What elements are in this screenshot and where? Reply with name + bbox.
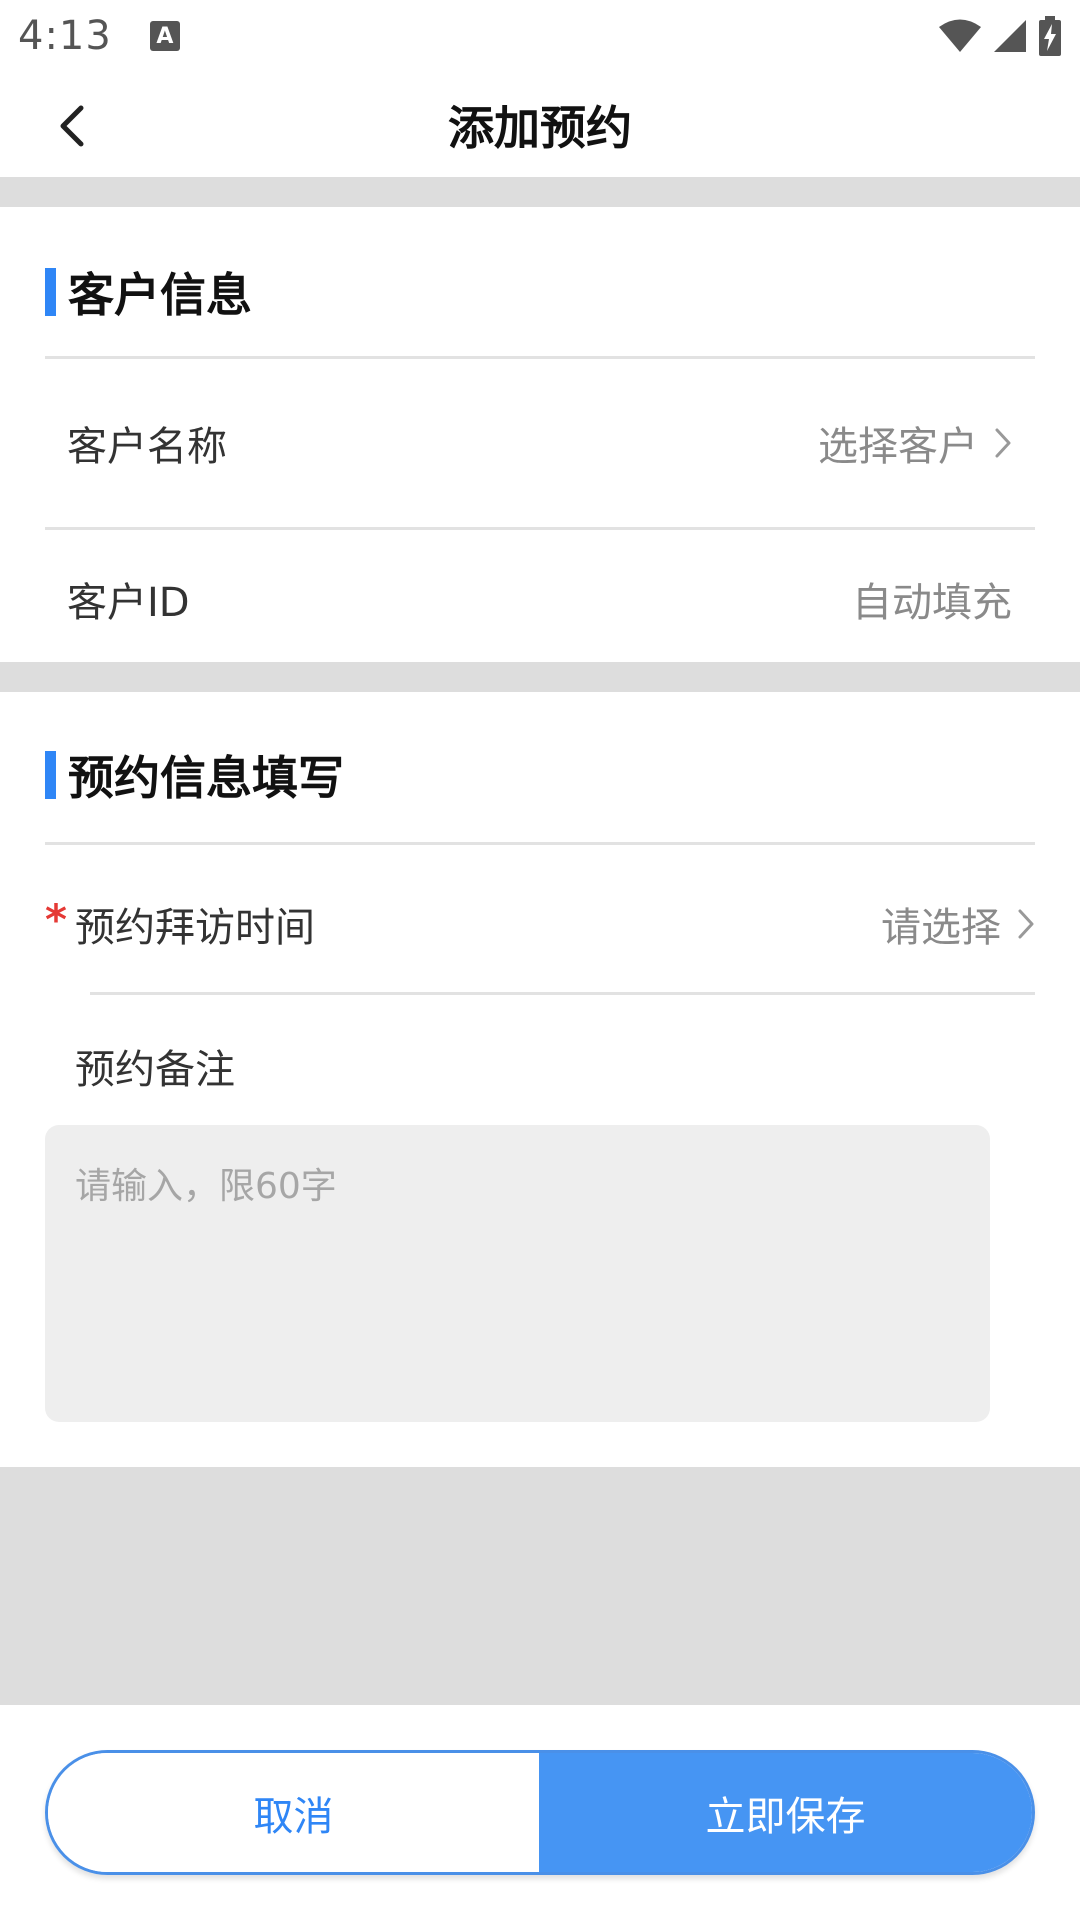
chevron-right-icon — [1018, 909, 1034, 939]
visit-time-placeholder: 请选择 — [881, 905, 1001, 951]
customer-id-row: 客户ID 自动填充 — [0, 530, 1080, 662]
status-time: 4:13 — [18, 13, 112, 59]
bottom-action-bar: 取消 立即保存 — [0, 1705, 1080, 1920]
action-button-group: 取消 立即保存 — [45, 1750, 1035, 1875]
auto-fill-value: 自动填充 — [852, 580, 1012, 626]
customer-id-label: 客户ID — [67, 580, 190, 626]
chevron-right-icon — [995, 428, 1011, 458]
section-title: 客户信息 — [68, 268, 252, 322]
customer-info-section: 客户信息 客户名称 选择客户 客户ID 自动填充 — [0, 207, 1080, 662]
remark-input[interactable] — [45, 1125, 990, 1422]
page-title: 添加预约 — [448, 100, 632, 155]
section-accent-bar — [45, 268, 56, 316]
visit-time-row[interactable]: * 预约拜访时间 请选择 — [0, 845, 1080, 990]
select-customer-value: 选择客户 — [818, 414, 1012, 472]
signal-icon — [994, 20, 1026, 52]
visit-time-value: 请选择 — [881, 895, 1035, 953]
status-bar: 4:13 A — [0, 0, 1080, 72]
nav-bar: 添加预约 — [0, 72, 1080, 177]
select-customer-text: 选择客户 — [818, 424, 978, 470]
wifi-icon — [939, 19, 981, 52]
back-button[interactable] — [40, 94, 104, 158]
customer-name-label: 客户名称 — [67, 424, 227, 470]
remark-label: 预约备注 — [75, 1047, 235, 1093]
customer-info-header: 客户信息 — [45, 259, 252, 325]
appointment-info-header: 预约信息填写 — [45, 742, 344, 808]
save-now-button[interactable]: 立即保存 — [539, 1753, 1032, 1872]
a-icon: A — [149, 21, 180, 51]
chevron-left-icon — [60, 105, 84, 147]
section-accent-bar — [45, 751, 56, 799]
status-icons — [938, 16, 1062, 56]
section-title: 预约信息填写 — [68, 751, 344, 805]
customer-name-row[interactable]: 客户名称 选择客户 — [0, 359, 1080, 527]
required-star: * — [45, 895, 67, 944]
battery-charging-icon — [1039, 16, 1061, 56]
visit-time-label: 预约拜访时间 — [75, 905, 315, 951]
divider — [90, 992, 1035, 995]
cancel-button[interactable]: 取消 — [48, 1753, 539, 1872]
